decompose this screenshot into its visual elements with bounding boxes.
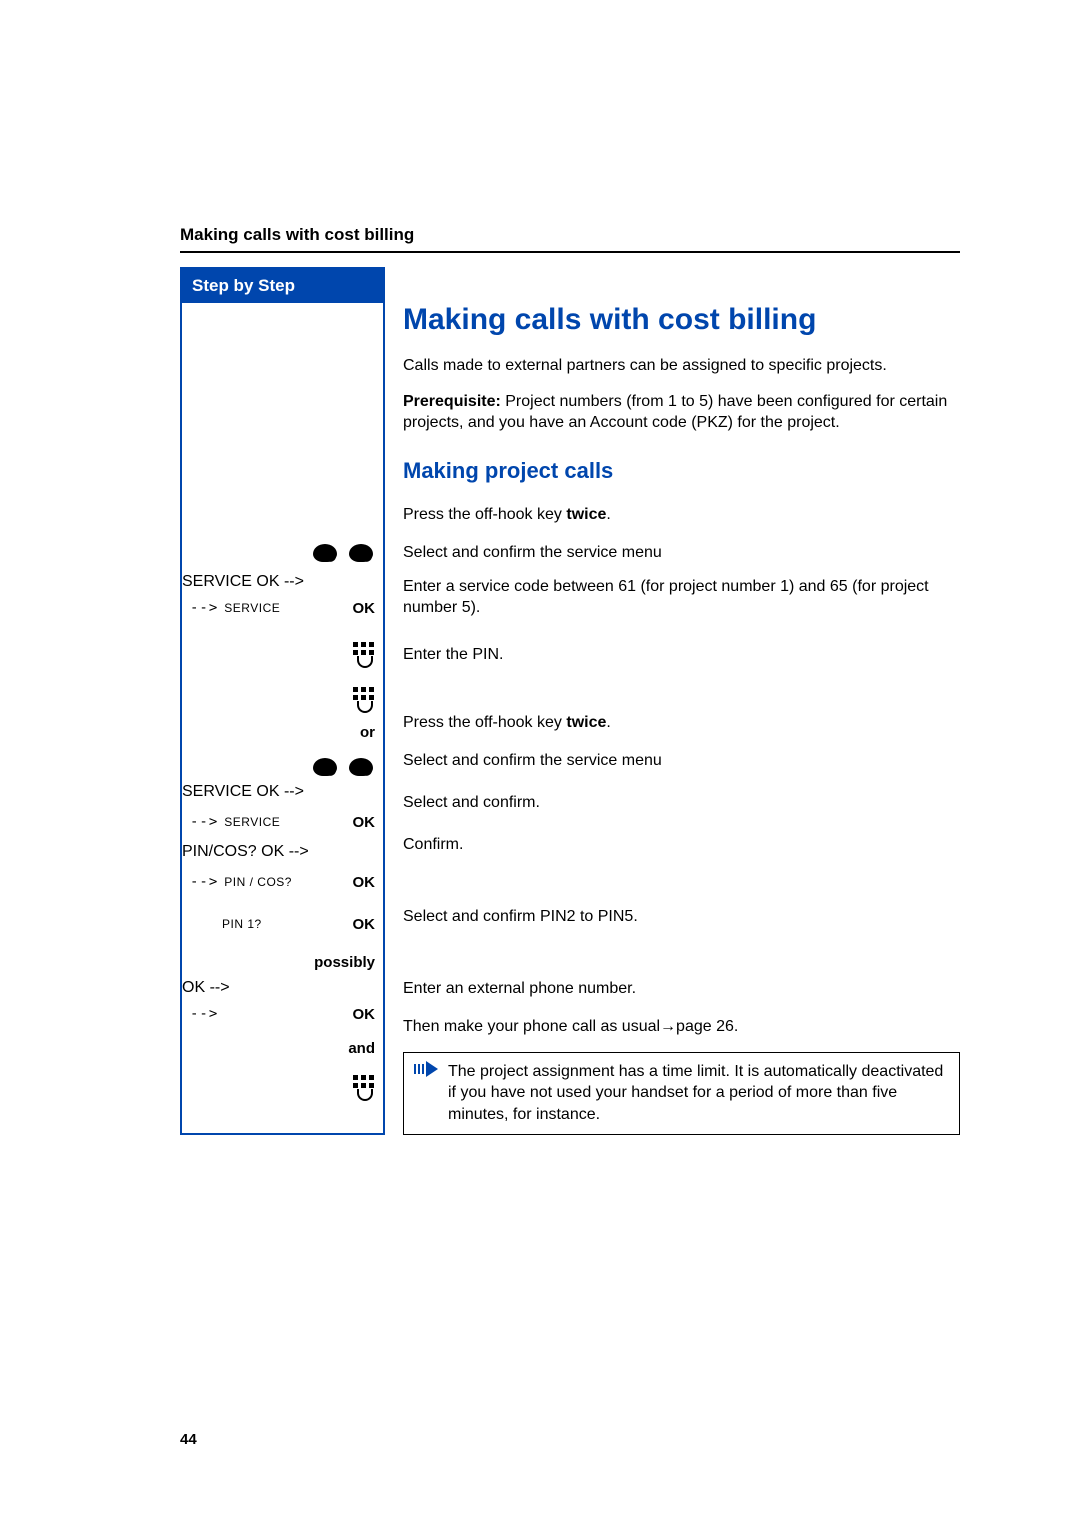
keypad-icon (353, 687, 375, 709)
step-press-offhook-1: Press the off-hook key twice. (403, 494, 960, 536)
step-call-as-usual: Then make your phone call as usual → pag… (403, 1010, 960, 1044)
side-row-pin1: PIN 1? OK (182, 903, 383, 945)
note-text: The project assignment has a time limit.… (448, 1061, 949, 1126)
menu-arrow: --> (190, 600, 218, 616)
side-row-keypad-3 (182, 1065, 383, 1107)
ok-label: OK (353, 600, 376, 617)
pincos-label: PIN / COS? (224, 875, 292, 889)
menu-arrow: --> (190, 814, 218, 830)
step-press-offhook-2: Press the off-hook key twice. (403, 706, 960, 740)
page-title: Making calls with cost billing (403, 303, 960, 337)
side-row-service-1: --> SERVICE OK (182, 591, 383, 625)
ok-label: OK (353, 814, 376, 831)
note-arrow-icon (414, 1061, 448, 1126)
side-row-possibly: possibly (182, 945, 383, 979)
keypad-icon (353, 1075, 375, 1097)
arrow-right-icon: → (660, 1016, 676, 1038)
side-row-or: or (182, 715, 383, 749)
or-label: or (360, 724, 375, 741)
ok-label: OK (353, 916, 376, 933)
main-content: Making calls with cost billing Calls mad… (385, 267, 960, 1135)
service-label: SERVICE (224, 601, 280, 615)
step-confirm: Confirm. (403, 824, 960, 866)
side-row-keypad-2 (182, 681, 383, 715)
side-row-offhook-2 (182, 749, 383, 783)
prerequisite-label: Prerequisite: (403, 393, 501, 410)
step-service-1: Select and confirm the service menu (403, 536, 960, 570)
step-or-spacer (403, 672, 960, 706)
and-label: and (348, 1040, 375, 1057)
side-row-keypad-1 (182, 625, 383, 681)
keypad-icon (353, 642, 375, 664)
menu-arrow: --> (190, 1006, 218, 1022)
page-number: 44 (180, 1431, 197, 1448)
side-row-and: and (182, 1031, 383, 1065)
offhook-key-icon (309, 754, 339, 778)
pin1-label: PIN 1? (222, 917, 262, 931)
ok-label: OK (353, 1006, 376, 1023)
step-possibly-spacer (403, 866, 960, 900)
offhook-key-icon (309, 540, 339, 564)
side-row-pincos: --> PIN / COS? OK (182, 861, 383, 903)
step-external-number: Enter an external phone number. (403, 968, 960, 1010)
step-enter-pin: Enter the PIN. (403, 638, 960, 672)
intro-paragraph: Calls made to external partners can be a… (403, 355, 960, 377)
side-row-offhook-1 (182, 531, 383, 573)
section-title: Making project calls (403, 458, 960, 484)
header-rule (180, 251, 960, 253)
page-header: Making calls with cost billing (180, 225, 960, 245)
step-service-2: Select and confirm the service menu (403, 740, 960, 782)
service-label: SERVICE (224, 815, 280, 829)
menu-arrow: --> (190, 874, 218, 890)
sidebar-title: Step by Step (182, 269, 383, 303)
offhook-key-icon (345, 754, 375, 778)
side-row-ok-only: --> OK (182, 997, 383, 1031)
step-select-confirm: Select and confirm. (403, 782, 960, 824)
possibly-label: possibly (314, 954, 375, 971)
step-pin2-5: Select and confirm PIN2 to PIN5. (403, 900, 960, 934)
offhook-key-icon (345, 540, 375, 564)
step-enter-code: Enter a service code between 61 (for pro… (403, 570, 960, 638)
prerequisite-paragraph: Prerequisite: Project numbers (from 1 to… (403, 391, 960, 434)
note-box: The project assignment has a time limit.… (403, 1052, 960, 1135)
step-and-spacer (403, 934, 960, 968)
side-row-service-2: --> SERVICE OK (182, 801, 383, 843)
step-by-step-sidebar: Step by Step SERVICE OK --> --> SERVICE … (180, 267, 385, 1135)
ok-label: OK (353, 874, 376, 891)
